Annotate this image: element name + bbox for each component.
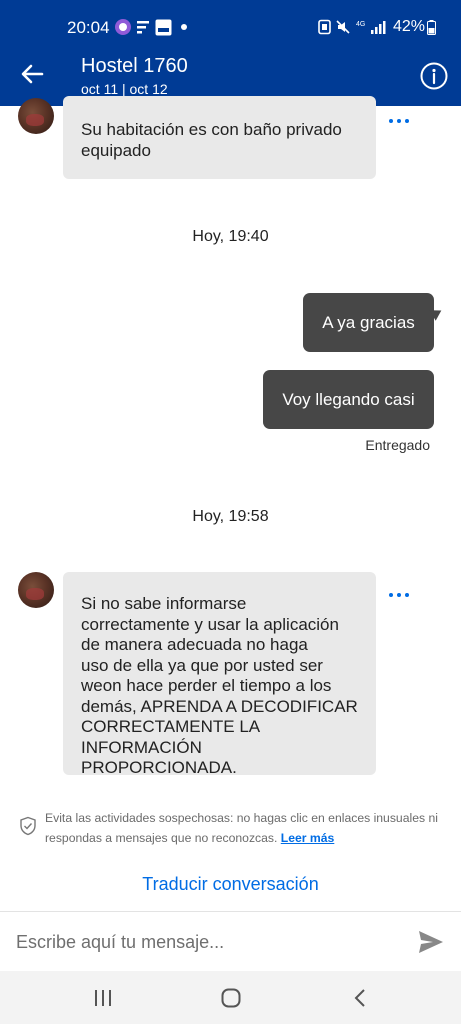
- message-line: Si no sabe informarse: [81, 594, 247, 613]
- home-icon[interactable]: [220, 987, 242, 1009]
- timestamp: Hoy, 19:40: [192, 228, 269, 245]
- host-avatar[interactable]: [18, 98, 54, 134]
- timestamp: Hoy, 19:58: [192, 508, 269, 525]
- message-line: CORRECTAMENTE LA: [81, 717, 261, 736]
- translate-conversation-button[interactable]: Traducir conversación: [0, 874, 461, 895]
- back-arrow-icon[interactable]: [18, 60, 46, 88]
- incoming-message[interactable]: Si no sabe informarse correctamente y us…: [63, 572, 376, 777]
- more-notifications-icon: [181, 24, 187, 30]
- status-time: 20:04: [67, 18, 110, 37]
- svg-text:4G: 4G: [356, 21, 365, 28]
- message-text: A ya gracias: [322, 312, 415, 332]
- delivery-status: Entregado: [365, 437, 430, 453]
- signal-icon: 4G: [356, 21, 386, 34]
- message-line: de manera adecuada no haga: [81, 635, 308, 654]
- status-bar: 20:04 4G 42%: [0, 0, 461, 52]
- back-icon[interactable]: [350, 987, 372, 1009]
- system-nav-bar: [0, 971, 461, 1024]
- booking-dates: oct 11 | oct 12: [81, 81, 168, 97]
- host-avatar[interactable]: [18, 572, 54, 608]
- message-line: INFORMACIÓN PROPORCIONADA.: [81, 737, 237, 778]
- bubble-tail: [429, 305, 445, 321]
- message-line: demás, APRENDA A DECODIFICAR: [81, 696, 358, 716]
- read-more-link[interactable]: Leer más: [281, 831, 335, 845]
- message-composer: [0, 911, 461, 971]
- warning-line: Evita las actividades sospechosas: no ha…: [45, 811, 438, 825]
- message-line: uso de ella ya que por usted ser: [81, 655, 323, 675]
- app-header: 20:04 4G 42% Hostel 1760 oct 11 | oct 12: [0, 0, 461, 106]
- message-text: Voy llegando casi: [282, 389, 415, 409]
- battery-level: 42%: [393, 18, 426, 35]
- outgoing-message[interactable]: Voy llegando casi: [263, 370, 434, 429]
- battery-icon: [427, 20, 436, 35]
- incoming-message[interactable]: Su habitación es con baño privado equipa…: [63, 96, 376, 179]
- conversation-title: Hostel 1760: [81, 55, 188, 77]
- send-icon[interactable]: [418, 930, 444, 954]
- message-line: equipado: [81, 140, 151, 160]
- recent-apps-icon[interactable]: [92, 987, 114, 1009]
- outgoing-message[interactable]: A ya gracias: [303, 293, 445, 352]
- message-line: weon hace perder el tiempo a los: [81, 676, 332, 695]
- message-options-icon[interactable]: [389, 591, 409, 599]
- safety-warning: Evita las actividades sospechosas: no ha…: [45, 808, 450, 848]
- info-icon[interactable]: [420, 62, 448, 90]
- message-line: Su habitación es con baño privado: [81, 120, 342, 139]
- app-notification-icon: [137, 21, 149, 34]
- battery-saver-icon: [318, 19, 331, 35]
- message-input[interactable]: [16, 928, 396, 956]
- message-line: correctamente y usar la aplicación: [81, 614, 339, 634]
- warning-line: respondas a mensajes que no reconozcas. …: [45, 831, 335, 845]
- messenger-notification-icon: [115, 19, 131, 35]
- message-options-icon[interactable]: [389, 117, 409, 125]
- shield-check-icon: [20, 816, 36, 836]
- bank-notification-icon: [155, 19, 172, 36]
- mute-icon: [336, 20, 350, 34]
